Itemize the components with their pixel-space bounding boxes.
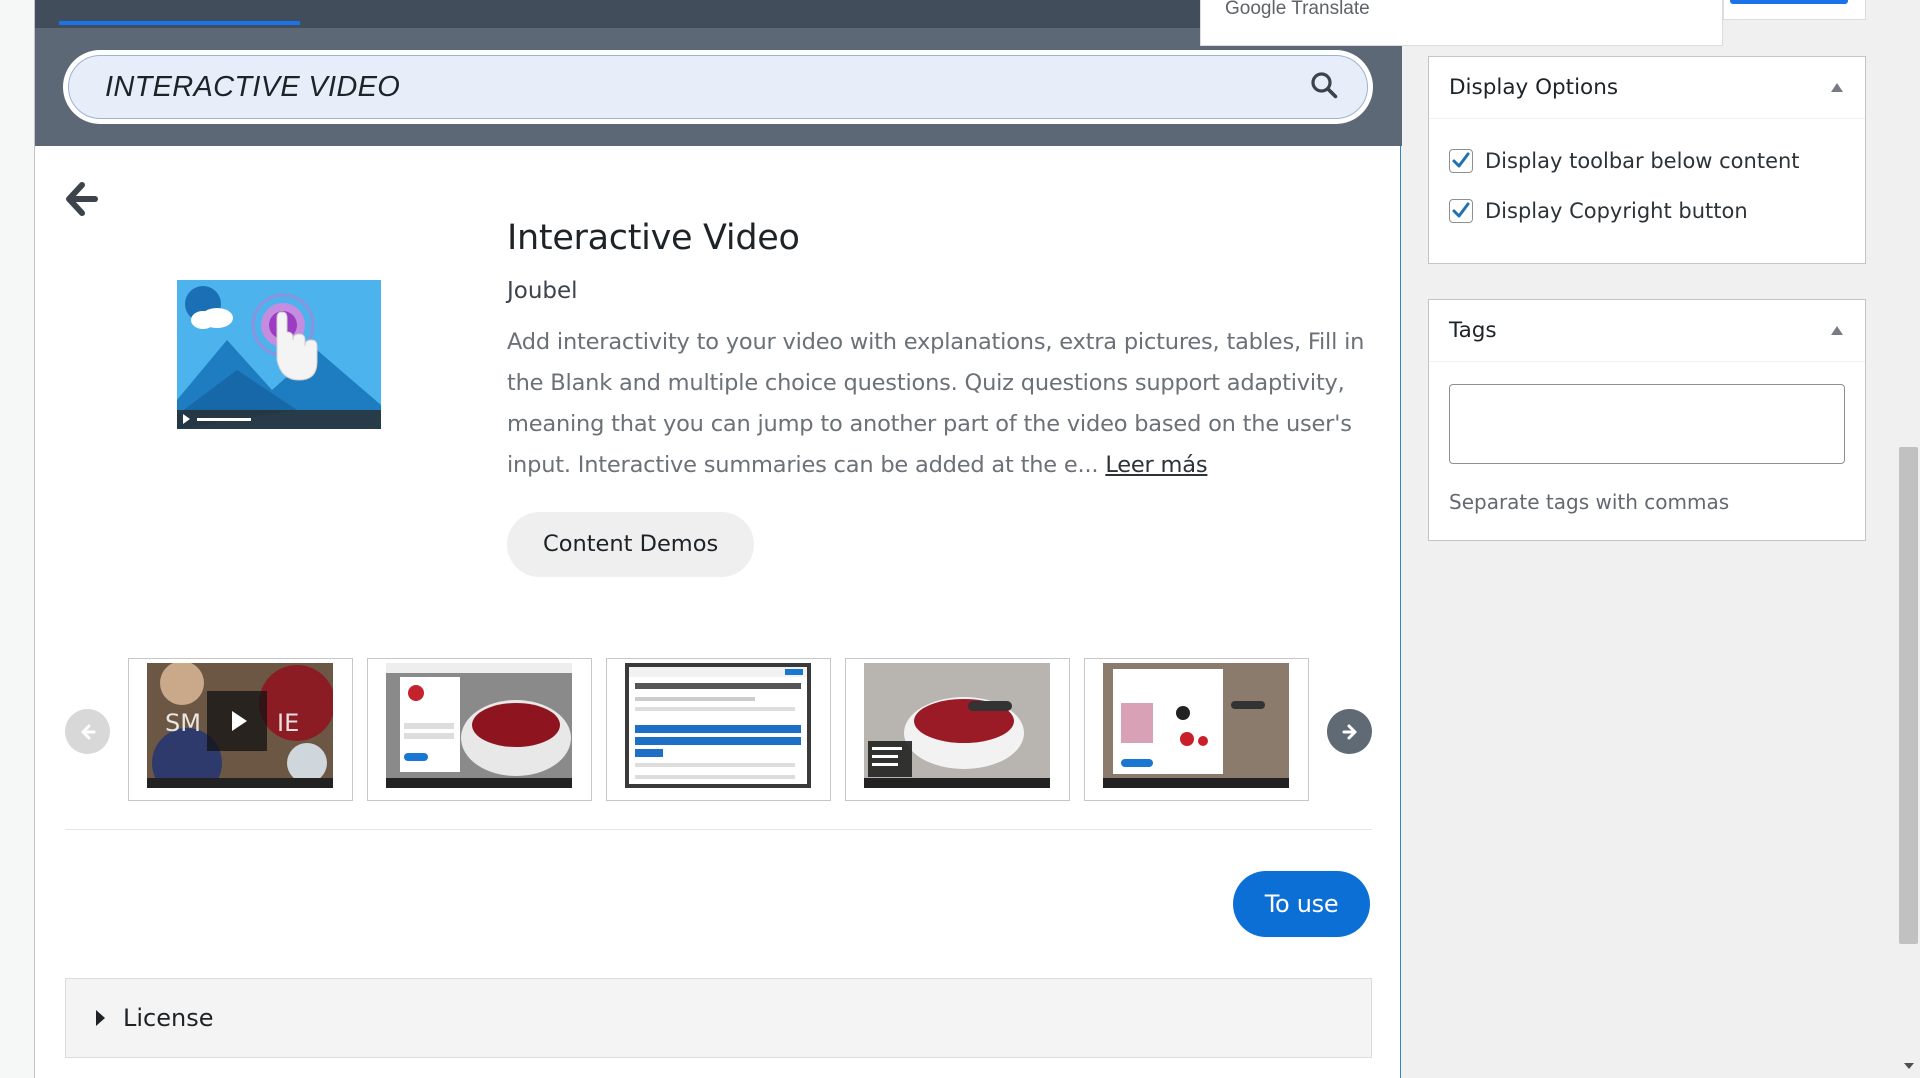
svg-text:IE: IE — [277, 709, 299, 737]
display-options-box: Display Options Display toolbar below co… — [1428, 56, 1866, 264]
top-right-panel — [1723, 0, 1866, 20]
svg-text:SM: SM — [165, 709, 201, 737]
back-arrow-icon[interactable] — [65, 180, 99, 218]
option-display-copyright[interactable]: Display Copyright button — [1429, 193, 1865, 229]
check-icon — [1452, 202, 1470, 218]
carousel-screenshot[interactable] — [606, 658, 831, 801]
top-right-button[interactable] — [1730, 0, 1848, 4]
license-accordion[interactable]: License — [65, 978, 1372, 1058]
content-demos-button[interactable]: Content Demos — [507, 512, 755, 577]
display-options-header[interactable]: Display Options — [1429, 57, 1865, 119]
collapse-arrow-icon[interactable] — [1831, 83, 1843, 92]
tags-header[interactable]: Tags — [1429, 300, 1865, 362]
carousel-screenshot[interactable] — [845, 658, 1070, 801]
toolbar-checkbox[interactable] — [1449, 149, 1473, 173]
left-edge — [0, 0, 34, 1078]
google-translate-bar: Google Translate — [1200, 0, 1723, 46]
caret-right-icon — [96, 1010, 105, 1026]
screenshot-carousel: SM IE — [65, 655, 1372, 805]
use-button[interactable]: To use — [1233, 871, 1370, 937]
tags-title: Tags — [1449, 318, 1497, 343]
search-input-value: INTERACTIVE VIDEO — [105, 70, 401, 103]
content-hub-panel: INTERACTIVE VIDEO Interactive Video Joub… — [34, 0, 1402, 1078]
tags-help-text: Separate tags with commas — [1449, 490, 1730, 514]
content-type-icon — [177, 280, 381, 429]
divider — [65, 829, 1372, 830]
chevron-right-icon — [1342, 724, 1356, 739]
toolbar-option-label: Display toolbar below content — [1485, 149, 1800, 173]
search-box: INTERACTIVE VIDEO — [63, 50, 1373, 124]
content-type-details: Interactive Video Joubel Add interactivi… — [507, 218, 1377, 577]
content-type-author: Joubel — [507, 278, 578, 304]
collapse-arrow-icon[interactable] — [1831, 326, 1843, 335]
check-icon — [1452, 152, 1470, 168]
description-text: Add interactivity to your video with exp… — [507, 329, 1365, 478]
search-input[interactable]: INTERACTIVE VIDEO — [68, 55, 1368, 119]
content-type-description: Add interactivity to your video with exp… — [507, 322, 1377, 486]
copyright-option-label: Display Copyright button — [1485, 199, 1748, 223]
carousel-screenshot[interactable] — [367, 658, 592, 801]
carousel-screenshot[interactable] — [1084, 658, 1309, 801]
scrollbar-thumb[interactable] — [1899, 447, 1918, 944]
search-band: INTERACTIVE VIDEO — [35, 28, 1402, 146]
tags-box: Tags Separate tags with commas — [1428, 299, 1866, 541]
scroll-down-arrow-icon[interactable] — [1904, 1063, 1914, 1069]
display-options-title: Display Options — [1449, 75, 1619, 100]
read-more-link[interactable]: Leer más — [1105, 452, 1207, 478]
google-translate-label: Google Translate — [1225, 0, 1370, 19]
tags-textarea[interactable] — [1449, 384, 1845, 464]
license-label: License — [123, 1004, 214, 1032]
search-icon[interactable] — [1309, 70, 1339, 104]
carousel-next-button[interactable] — [1327, 709, 1372, 754]
chevron-left-icon — [81, 724, 95, 739]
copyright-checkbox[interactable] — [1449, 199, 1473, 223]
carousel-screenshot[interactable]: SM IE — [128, 658, 353, 801]
carousel-prev-button[interactable] — [65, 709, 110, 754]
option-display-toolbar[interactable]: Display toolbar below content — [1429, 143, 1865, 179]
active-tab-indicator — [59, 21, 300, 25]
top-bar — [35, 0, 1402, 28]
content-type-title: Interactive Video — [507, 218, 800, 258]
